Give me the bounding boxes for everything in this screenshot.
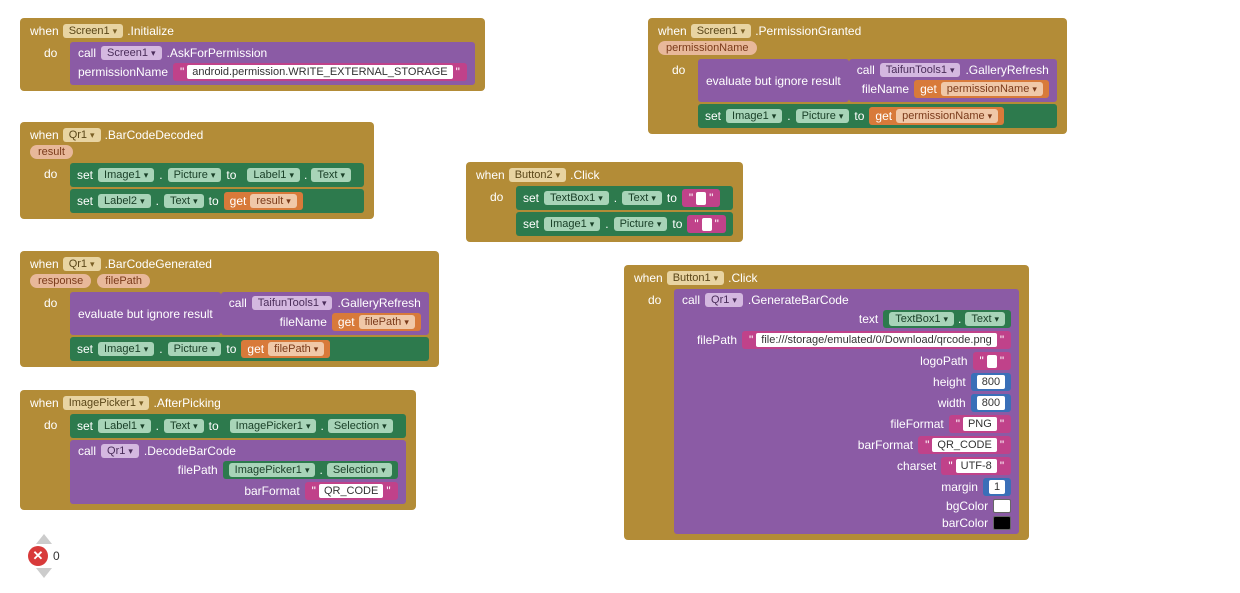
param-result[interactable]: result	[30, 145, 73, 159]
error-count: 0	[53, 549, 60, 563]
call-galleryrefresh[interactable]: call TaifunTools1 .GalleryRefresh fileNa…	[221, 292, 429, 335]
when-label: when	[30, 24, 59, 38]
color-black[interactable]	[993, 516, 1011, 530]
arg-label: permissionName	[78, 65, 168, 79]
collapse-up-icon[interactable]	[36, 534, 52, 544]
call-galleryrefresh-2[interactable]: call TaifunTools1 .GalleryRefresh fileNa…	[849, 59, 1057, 102]
error-indicator[interactable]: ✕ 0	[28, 534, 60, 578]
component-dd[interactable]: Screen1	[63, 24, 124, 38]
string-utf8[interactable]: "UTF-8"	[941, 457, 1011, 475]
call-comp-dd[interactable]: Screen1	[101, 46, 162, 60]
string-qrcode-2[interactable]: "QR_CODE"	[918, 436, 1011, 454]
set-label1-text[interactable]: set Label1 . Text to ImagePicker1 . Sele…	[70, 414, 406, 438]
num-margin[interactable]: 1	[983, 478, 1011, 496]
call-label: call	[78, 46, 96, 60]
prop-label1-text[interactable]: Label1 . Text	[241, 166, 357, 184]
event-screen1-initialize[interactable]: when Screen1 .Initialize do call Screen1…	[20, 18, 485, 91]
event-label: .Initialize	[127, 24, 174, 38]
string-png[interactable]: "PNG"	[949, 415, 1011, 433]
call-askforpermission[interactable]: call Screen1 .AskForPermission permissio…	[70, 42, 475, 85]
set-image1-picture-3[interactable]: set Image1 . Picture to get permissionNa…	[698, 104, 1057, 128]
do-label: do	[44, 42, 64, 85]
eval-ignore-2[interactable]: evaluate but ignore result	[698, 59, 849, 102]
param-permissionname[interactable]: permissionName	[658, 41, 757, 55]
get-permissionname-2[interactable]: get permissionName	[869, 107, 1004, 125]
num-height[interactable]: 800	[971, 373, 1011, 391]
event-button1-click[interactable]: when Button1 .Click do call Qr1 .Generat…	[624, 265, 1029, 540]
set-image1-picture[interactable]: set Image1 . Picture to Label1 . Text	[70, 163, 364, 187]
get-result[interactable]: get result	[224, 192, 303, 210]
color-white[interactable]	[993, 499, 1011, 513]
string-empty-2[interactable]: ""	[687, 215, 726, 233]
event-permission-granted[interactable]: when Screen1 .PermissionGranted permissi…	[648, 18, 1067, 134]
call-decodebarcode[interactable]: call Qr1 .DecodeBarCode filePath ImagePi…	[70, 440, 406, 504]
prop-imagepicker-selection-2[interactable]: ImagePicker1 . Selection	[223, 461, 398, 479]
string-permission[interactable]: " android.permission.WRITE_EXTERNAL_STOR…	[173, 63, 467, 81]
event-imagepicker-afterpicking[interactable]: when ImagePicker1 .AfterPicking do set L…	[20, 390, 416, 510]
set-label2-text[interactable]: set Label2 . Text to get result	[70, 189, 364, 213]
prop-textbox1-text[interactable]: TextBox1. Text	[883, 310, 1011, 328]
event-button2-click[interactable]: when Button2 .Click do set TextBox1 . Te…	[466, 162, 743, 242]
set-image1-picture-2[interactable]: set Image1 . Picture to get filePath	[70, 337, 429, 361]
collapse-down-icon[interactable]	[36, 568, 52, 578]
event-qr1-barcodedecoded[interactable]: when Qr1 .BarCodeDecoded result do set I…	[20, 122, 374, 219]
get-permissionname[interactable]: get permissionName	[914, 80, 1049, 98]
get-filepath-2[interactable]: get filePath	[241, 340, 330, 358]
event-qr1-barcodegenerated[interactable]: when Qr1 .BarCodeGenerated response file…	[20, 251, 439, 367]
prop-imagepicker-selection[interactable]: ImagePicker1 . Selection	[224, 417, 399, 435]
string-logopath[interactable]: ""	[973, 352, 1012, 370]
get-filepath[interactable]: get filePath	[332, 313, 421, 331]
set-image1-picture-4[interactable]: set Image1 . Picture to ""	[516, 212, 733, 236]
string-qrcode[interactable]: " QR_CODE "	[305, 482, 398, 500]
eval-ignore[interactable]: evaluate but ignore result	[70, 292, 221, 335]
string-empty-1[interactable]: ""	[682, 189, 721, 207]
num-width[interactable]: 800	[971, 394, 1011, 412]
string-filepath[interactable]: "file:///storage/emulated/0/Download/qrc…	[742, 331, 1011, 349]
call-generatebarcode[interactable]: call Qr1 .GenerateBarCode text TextBox1.…	[674, 289, 1019, 534]
error-badge-icon: ✕	[28, 546, 48, 566]
set-textbox1-text[interactable]: set TextBox1 . Text to ""	[516, 186, 733, 210]
param-response[interactable]: response	[30, 274, 91, 288]
call-method: .AskForPermission	[167, 46, 268, 60]
param-filepath[interactable]: filePath	[97, 274, 150, 288]
